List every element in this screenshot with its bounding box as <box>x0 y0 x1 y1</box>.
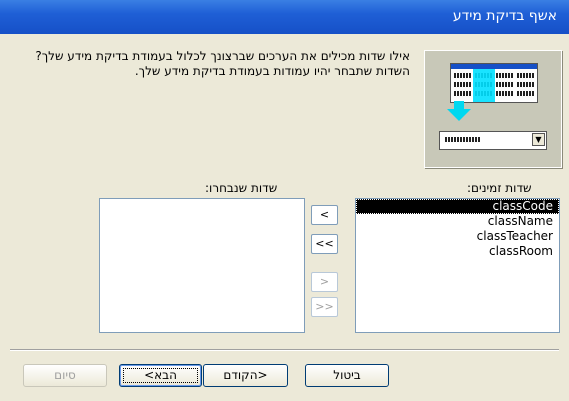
cancel-button-label: ביטול <box>333 368 361 382</box>
down-arrow-icon <box>454 101 464 109</box>
chevron-down-icon: ▼ <box>532 133 545 146</box>
next-button[interactable]: הבא> <box>119 364 202 387</box>
window-title: אשף בדיקת מידע <box>452 8 557 24</box>
selected-fields-list[interactable] <box>99 198 305 333</box>
remove-all-button[interactable]: >> <box>311 297 338 317</box>
add-all-button[interactable]: << <box>311 234 338 254</box>
list-item[interactable]: className <box>356 214 559 229</box>
wizard-instructions: אילו שדות מכילים את הערכים שברצונך לכלול… <box>35 49 410 78</box>
combo-illustration-icon: ▼ <box>439 131 547 150</box>
back-button[interactable]: <הקודם <box>203 364 288 387</box>
remove-one-button[interactable]: > <box>311 272 338 292</box>
available-fields-list[interactable]: classCode className classTeacher classRo… <box>355 198 560 333</box>
separator <box>10 349 559 351</box>
title-bar: אשף בדיקת מידע <box>0 0 569 34</box>
cancel-button[interactable]: ביטול <box>305 364 389 387</box>
wizard-illustration: ▼ <box>424 50 562 168</box>
back-button-label: <הקודם <box>223 368 268 382</box>
list-item[interactable]: classRoom <box>356 244 559 259</box>
add-one-button[interactable]: < <box>311 205 338 225</box>
table-illustration-icon <box>450 63 538 103</box>
available-fields-label: שדות זמינים: <box>467 181 532 195</box>
list-item[interactable]: classTeacher <box>356 229 559 244</box>
finish-button-label: סיום <box>54 368 76 382</box>
list-item[interactable]: classCode <box>356 199 559 214</box>
finish-button[interactable]: סיום <box>23 364 107 387</box>
selected-fields-label: שדות שנבחרו: <box>205 181 278 195</box>
